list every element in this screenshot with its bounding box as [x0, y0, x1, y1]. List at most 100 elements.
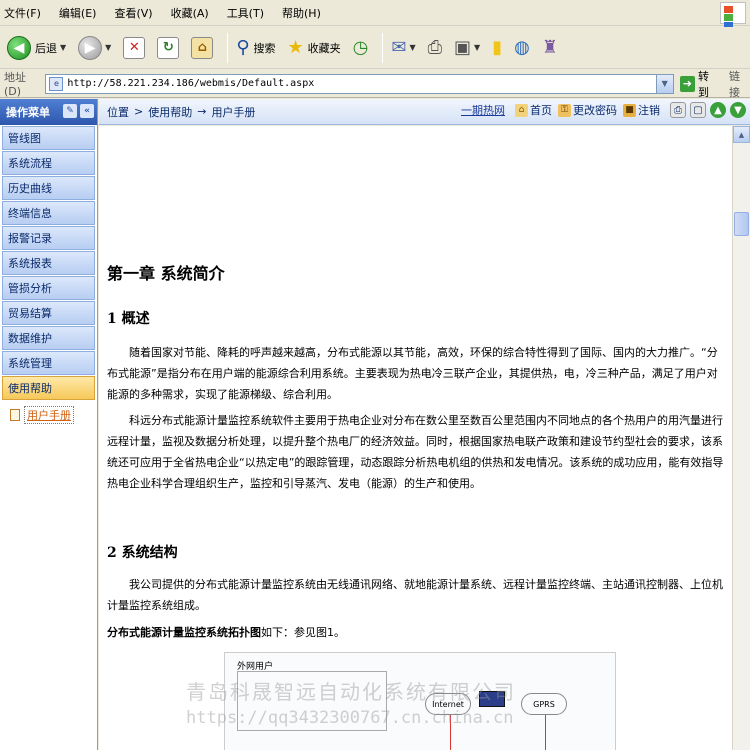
home-icon: ⌂ — [191, 36, 214, 59]
go-button[interactable]: ➜ 转到 — [679, 68, 719, 100]
sidebar-item[interactable]: 系统流程 — [2, 151, 95, 175]
sidebar-item[interactable]: 贸易结算 — [2, 301, 95, 325]
back-button[interactable]: ◀ 后退 ▼ — [4, 31, 69, 65]
mail-button[interactable]: ✉ ▼ — [388, 31, 418, 65]
research-button[interactable]: ◍ — [511, 31, 533, 65]
menu-bar: 文件(F) 编辑(E) 查看(V) 收藏(A) 工具(T) 帮助(H) — [0, 0, 750, 37]
preview-icon[interactable]: ▢ — [690, 102, 706, 118]
watermark-url: https://qq3432300767.cn.china.cn — [186, 708, 514, 728]
chapter-title: 第一章 系统简介 — [107, 264, 225, 283]
home-link-label: 首页 — [530, 104, 552, 117]
change-password-link[interactable]: ⚿ 更改密码 — [558, 102, 617, 118]
paragraph: 随着国家对节能、降耗的呼声越来越高，分布式能源以其节能，高效，环保的综合特性得到… — [107, 346, 718, 401]
menu-file[interactable]: 文件(F) — [4, 5, 41, 21]
key-icon: ⚿ — [558, 103, 571, 117]
history-button[interactable]: ◷ — [350, 31, 372, 65]
pin-icon[interactable]: ✎ — [63, 104, 77, 118]
mail-icon: ✉ — [391, 37, 407, 58]
down-arrow-icon[interactable]: ▼ — [730, 102, 746, 118]
refresh-button[interactable]: ↻ — [154, 31, 182, 65]
menu-view[interactable]: 查看(V) — [114, 5, 152, 21]
history-icon: ◷ — [352, 37, 369, 58]
search-label: 搜索 — [253, 41, 276, 55]
forward-button[interactable]: ▶ ▼ — [75, 31, 114, 65]
stop-icon: ✕ — [123, 36, 146, 59]
topology-reference: 分布式能源计量监控系统拓扑图如下：参见图1。 — [107, 624, 345, 640]
messenger-button[interactable]: ♜ — [539, 31, 561, 65]
menu-edit[interactable]: 编辑(E) — [59, 5, 97, 21]
diagram-cloud: GPRS — [521, 693, 567, 715]
address-dropdown[interactable]: ▼ — [655, 74, 673, 93]
sidebar-item[interactable]: 使用帮助 — [2, 376, 95, 400]
sidebar-item[interactable]: 历史曲线 — [2, 176, 95, 200]
section-title: 2 系统结构 — [107, 545, 178, 561]
address-bar: 地址(D) e http://58.221.234.186/webmis/Def… — [0, 68, 750, 100]
logout-link[interactable]: ■ 注销 — [623, 102, 660, 118]
links-label[interactable]: 链接 — [729, 68, 750, 100]
scroll-thumb[interactable] — [734, 212, 749, 236]
vertical-scrollbar[interactable]: ▲ — [732, 126, 750, 750]
menu-tools[interactable]: 工具(T) — [227, 5, 264, 21]
toolbar: ◀ 后退 ▼ ▶ ▼ ✕ ↻ ⌂ ⚲ 搜索 ★ 收藏夹 ◷ ✉ ▼ ⎙ ▣ ▼ … — [0, 27, 750, 69]
scroll-up-button[interactable]: ▲ — [733, 126, 750, 143]
house-icon: ⌂ — [515, 103, 528, 117]
chevron-down-icon: ▼ — [60, 43, 67, 52]
collapse-icon[interactable]: « — [80, 104, 94, 118]
breadcrumb-part[interactable]: 使用帮助 — [148, 104, 192, 120]
forward-arrow-icon: ▶ — [78, 35, 103, 60]
address-input[interactable]: e http://58.221.234.186/webmis/Default.a… — [45, 73, 674, 94]
print-button[interactable]: ⎙ — [425, 31, 445, 65]
chevron-down-icon: ▼ — [474, 43, 481, 52]
document-icon — [10, 409, 20, 421]
sidebar-title: 操作菜单 — [6, 106, 50, 119]
breadcrumb: 位置 > 使用帮助 → 用户手册 一期热网 ⌂ 首页 ⚿ 更改密码 ■ 注销 ⎙… — [99, 99, 750, 125]
change-password-label: 更改密码 — [573, 104, 617, 117]
home-button[interactable]: ⌂ — [188, 31, 216, 65]
address-label: 地址(D) — [4, 71, 26, 98]
star-icon: ★ — [287, 37, 304, 58]
sidebar-subitem-label: 用户手册 — [24, 406, 74, 424]
favorites-label: 收藏夹 — [307, 41, 341, 55]
sidebar-item[interactable]: 管损分析 — [2, 276, 95, 300]
sidebar-item[interactable]: 报警记录 — [2, 226, 95, 250]
menu-favorites[interactable]: 收藏(A) — [171, 5, 209, 21]
document-content: 第一章 系统简介 1 概述 随着国家对节能、降耗的呼声越来越高，分布式能源以其节… — [99, 126, 732, 750]
sidebar-item[interactable]: 系统管理 — [2, 351, 95, 375]
section-title: 1 概述 — [107, 311, 150, 327]
sidebar-item[interactable]: 系统报表 — [2, 251, 95, 275]
back-arrow-icon: ◀ — [7, 35, 31, 60]
go-arrow-icon: ➜ — [679, 75, 695, 92]
breadcrumb-part: 位置 — [107, 105, 129, 119]
hot-network-link[interactable]: 一期热网 — [461, 102, 505, 118]
lock-icon: ■ — [623, 103, 636, 117]
sidebar-item[interactable]: 数据维护 — [2, 326, 95, 350]
messenger-icon: ♜ — [541, 37, 558, 58]
favorites-button[interactable]: ★ 收藏夹 — [285, 31, 344, 65]
sidebar-header: 操作菜单 ✎ « — [0, 99, 97, 125]
note-icon: ▮ — [492, 37, 503, 58]
search-button[interactable]: ⚲ 搜索 — [233, 31, 278, 65]
go-label: 转到 — [697, 69, 709, 99]
print-icon[interactable]: ⎙ — [670, 102, 686, 118]
discuss-button[interactable]: ▮ — [489, 31, 505, 65]
topology-rest-text: 如下：参见图1。 — [261, 626, 345, 639]
topology-bold-text: 分布式能源计量监控系统拓扑图 — [107, 626, 261, 639]
chevron-down-icon: ▼ — [105, 43, 112, 52]
printer-icon: ⎙ — [427, 37, 443, 58]
address-url: http://58.221.234.186/webmis/Default.asp… — [67, 78, 315, 89]
toolbar-separator — [382, 32, 384, 63]
breadcrumb-part[interactable]: 用户手册 — [211, 104, 255, 120]
refresh-icon: ↻ — [157, 36, 180, 59]
sidebar-subitem-user-manual[interactable]: 用户手册 — [0, 400, 97, 424]
toolbar-separator — [227, 32, 229, 63]
search-icon: ⚲ — [236, 37, 250, 58]
breadcrumb-separator: → — [197, 105, 207, 118]
sidebar-item[interactable]: 终端信息 — [2, 201, 95, 225]
menu-help[interactable]: 帮助(H) — [282, 5, 321, 21]
up-arrow-icon[interactable]: ▲ — [710, 102, 726, 118]
edit-button[interactable]: ▣ ▼ — [451, 31, 483, 65]
home-link[interactable]: ⌂ 首页 — [515, 102, 552, 118]
edit-icon: ▣ — [454, 37, 472, 58]
stop-button[interactable]: ✕ — [120, 31, 148, 65]
sidebar-item[interactable]: 管线图 — [2, 126, 95, 150]
